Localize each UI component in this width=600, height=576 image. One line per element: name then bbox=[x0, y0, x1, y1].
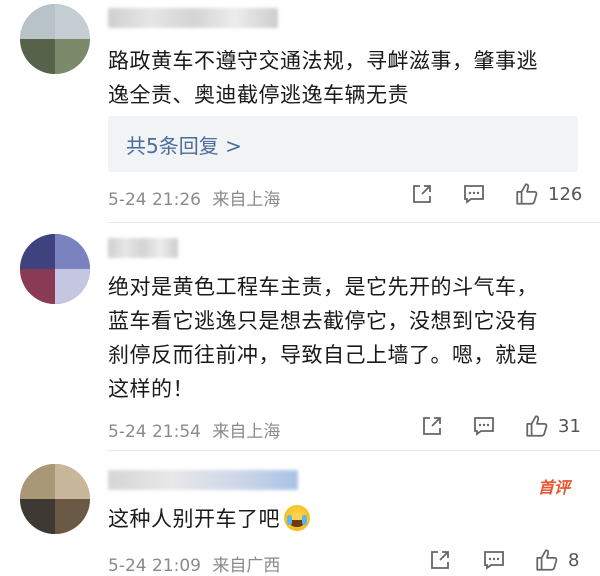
first-comment-badge: 首评 bbox=[537, 478, 570, 497]
comment-line: 这样的！ bbox=[108, 377, 194, 401]
reply-button[interactable] bbox=[482, 548, 506, 572]
divider bbox=[108, 222, 600, 223]
share-button[interactable] bbox=[410, 182, 434, 206]
username-blurred[interactable] bbox=[108, 470, 298, 490]
replies-link[interactable]: 共5条回复 > bbox=[126, 130, 242, 159]
comment-1: 路政黄车不遵守交通法规，寻衅滋事，肇事逃 逸全责、奥迪截停逃逸车辆无责 共5条回… bbox=[0, 0, 600, 222]
thumbs-up-icon bbox=[536, 549, 558, 571]
comment-line: 蓝车看它逃逸只是想去截停它，没想到它没有 bbox=[108, 309, 538, 333]
like-count: 8 bbox=[568, 549, 580, 571]
comment-line: 绝对是黄色工程车主责，是它先开的斗气车， bbox=[108, 275, 538, 299]
like-button[interactable]: 31 bbox=[524, 413, 581, 439]
divider bbox=[108, 450, 600, 451]
share-button[interactable] bbox=[428, 548, 452, 572]
comment-3: 首评 这种人别开车了吧 5-24 21:09 来自广西 8 bbox=[0, 450, 600, 576]
thumbs-up-icon bbox=[526, 415, 548, 437]
reply-button[interactable] bbox=[462, 182, 486, 206]
comment-line: 逸全责、奥迪截停逃逸车辆无责 bbox=[108, 83, 409, 107]
comment-text: 路政黄车不遵守交通法规，寻衅滋事，肇事逃 逸全责、奥迪截停逃逸车辆无责 bbox=[108, 44, 583, 112]
comment-2: 绝对是黄色工程车主责，是它先开的斗气车， 蓝车看它逃逸只是想去截停它，没想到它没… bbox=[0, 222, 600, 450]
comment-line: 路政黄车不遵守交通法规，寻衅滋事，肇事逃 bbox=[108, 49, 538, 73]
thumbs-up-icon bbox=[516, 183, 538, 205]
like-button[interactable]: 126 bbox=[514, 181, 582, 207]
comment-line: 刹停反而往前冲，导致自己上墙了。嗯，就是 bbox=[108, 343, 538, 367]
comment-location: 来自上海 bbox=[212, 190, 281, 210]
comment-icon bbox=[484, 551, 504, 570]
share-icon bbox=[431, 551, 449, 569]
comment-date: 5-24 21:26 bbox=[108, 190, 201, 210]
avatar[interactable] bbox=[20, 464, 90, 534]
comment-location: 来自上海 bbox=[212, 422, 281, 442]
comment-meta: 5-24 21:26 来自上海 bbox=[108, 185, 280, 210]
comment-date: 5-24 21:54 bbox=[108, 422, 201, 442]
comment-text: 这种人别开车了吧 bbox=[108, 502, 583, 536]
crying-laughing-emoji-icon bbox=[284, 505, 310, 531]
share-button[interactable] bbox=[420, 414, 444, 438]
avatar[interactable] bbox=[20, 234, 90, 304]
comment-meta: 5-24 21:54 来自上海 bbox=[108, 417, 280, 442]
comment-date: 5-24 21:09 bbox=[108, 556, 201, 576]
comment-meta: 5-24 21:09 来自广西 bbox=[108, 551, 280, 576]
like-button[interactable]: 8 bbox=[534, 547, 579, 573]
share-icon bbox=[423, 417, 441, 435]
comment-icon bbox=[464, 185, 484, 204]
username-blurred[interactable] bbox=[108, 8, 278, 28]
comment-location: 来自广西 bbox=[212, 556, 281, 576]
reply-button[interactable] bbox=[472, 414, 496, 438]
like-count: 31 bbox=[558, 415, 581, 437]
avatar[interactable] bbox=[20, 4, 90, 74]
share-icon bbox=[413, 185, 431, 203]
replies-box[interactable]: 共5条回复 > bbox=[108, 116, 578, 172]
comment-text: 绝对是黄色工程车主责，是它先开的斗气车， 蓝车看它逃逸只是想去截停它，没想到它没… bbox=[108, 270, 583, 406]
comment-icon bbox=[474, 417, 494, 436]
comment-line: 这种人别开车了吧 bbox=[108, 507, 280, 531]
like-count: 126 bbox=[548, 183, 583, 205]
username-blurred[interactable] bbox=[108, 238, 178, 258]
